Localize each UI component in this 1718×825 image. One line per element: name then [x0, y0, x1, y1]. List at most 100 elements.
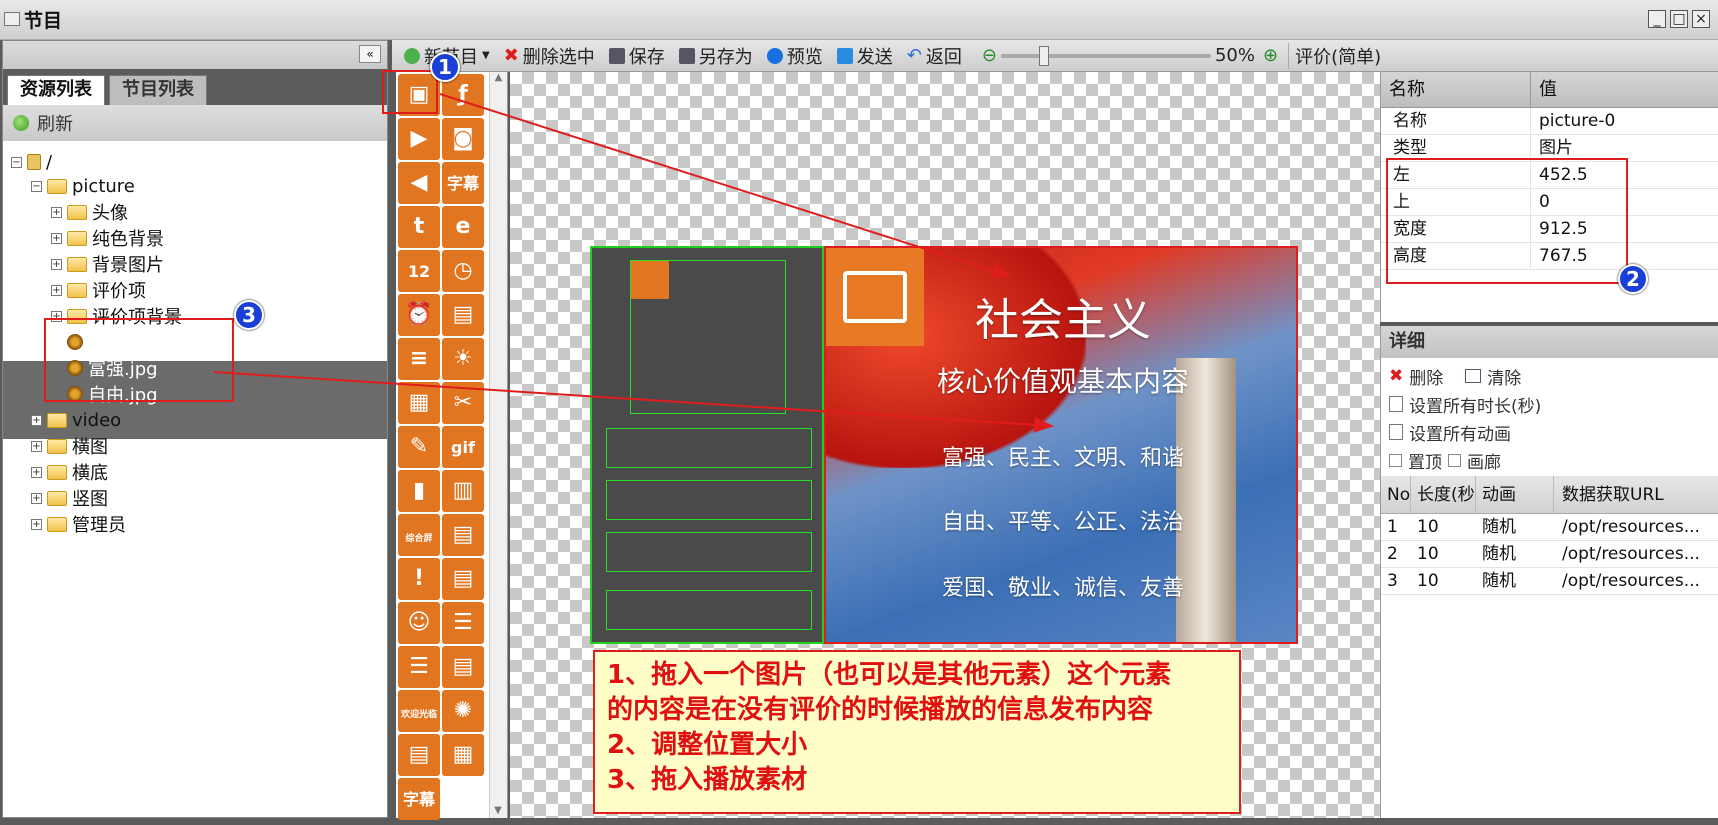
tree-node-video[interactable]: + video [31, 407, 121, 433]
tree-node-picture[interactable]: − picture [31, 173, 135, 199]
save-as-button[interactable]: 另存为 [678, 43, 753, 69]
expand-icon[interactable]: + [31, 466, 42, 478]
usb-icon[interactable]: ▮ [398, 470, 440, 512]
delete-selected-button[interactable]: ✖ 删除选中 [504, 43, 595, 69]
column-length[interactable]: 长度(秒 [1411, 476, 1476, 513]
tree-node-root[interactable]: − / [11, 149, 52, 175]
pin-top-checkbox[interactable] [1389, 453, 1402, 467]
column-no[interactable]: No [1381, 476, 1411, 513]
tree-node-background-image[interactable]: + 背景图片 [51, 251, 164, 277]
delete-button[interactable]: 删除 [1409, 364, 1443, 389]
maximize-button[interactable]: □ [1670, 10, 1688, 28]
subtitle-icon[interactable]: 字幕 [398, 778, 440, 820]
document-icon[interactable]: ≡ [398, 338, 440, 380]
tree-node-rating-item[interactable]: + 评价项 [51, 277, 146, 303]
tree-node-horizontal-bottom[interactable]: + 横底 [31, 459, 108, 485]
column-name[interactable]: 名称 [1381, 72, 1531, 107]
alert-icon[interactable]: ! [398, 558, 440, 600]
loading-icon[interactable]: ✺ [442, 690, 484, 732]
minimize-button[interactable]: _ [1648, 10, 1666, 28]
rating-item-slot-4[interactable] [606, 590, 812, 630]
tab-program-list[interactable]: 节目列表 [109, 75, 207, 105]
video-icon[interactable]: ▶ [398, 118, 440, 160]
tree-node-admin[interactable]: + 管理员 [31, 511, 126, 537]
person-card-icon[interactable]: ☰ [398, 646, 440, 688]
camera-icon[interactable]: ◙ [442, 118, 484, 160]
grid-icon[interactable]: ▦ [442, 734, 484, 776]
collapse-icon[interactable]: − [31, 180, 42, 192]
expand-icon[interactable]: + [51, 284, 62, 296]
folder-icon[interactable]: ▤ [442, 646, 484, 688]
save-button[interactable]: 保存 [608, 43, 665, 69]
chart-icon[interactable]: ▥ [442, 470, 484, 512]
clear-button[interactable]: 清除 [1487, 364, 1521, 389]
gif-icon[interactable]: gif [442, 426, 484, 468]
wrench-icon[interactable]: ✎ [398, 426, 440, 468]
expand-icon[interactable]: + [31, 492, 42, 504]
table-row[interactable]: 3 10 随机/opt/resources... [1381, 568, 1718, 595]
column-animation[interactable]: 动画 [1476, 476, 1554, 513]
column-url[interactable]: 数据获取URL [1554, 476, 1718, 513]
smile-icon[interactable]: ☺ [398, 602, 440, 644]
clock-icon[interactable]: ◷ [442, 250, 484, 292]
picture-element[interactable]: 社会主义 核心价值观基本内容 富强、民主、文明、和谐 自由、平等、公正、法治 爱… [824, 246, 1298, 644]
weather-icon[interactable]: ☀ [442, 338, 484, 380]
tree-node-solid-background[interactable]: + 纯色背景 [51, 225, 164, 251]
ie-icon[interactable]: e [442, 206, 484, 248]
text-t-icon[interactable]: t [398, 206, 440, 248]
folder-icon[interactable]: ▤ [442, 294, 484, 336]
expand-icon[interactable]: + [31, 518, 42, 530]
zoom-slider-knob[interactable] [1038, 45, 1049, 66]
set-all-duration-button[interactable]: 设置所有时长(秒) [1409, 392, 1541, 417]
subtitle-icon[interactable]: 字幕 [442, 162, 484, 204]
set-all-animation-button[interactable]: 设置所有动画 [1409, 420, 1511, 445]
mode-selector[interactable]: 评价(简单) [1288, 42, 1381, 69]
audio-icon[interactable]: ◀ [398, 162, 440, 204]
tree-label: 背景图片 [92, 255, 164, 276]
collapse-panel-button[interactable]: « [359, 45, 381, 63]
scroll-down-icon[interactable]: ▼ [490, 805, 506, 816]
rating-item-slot-2[interactable] [606, 480, 812, 520]
property-row[interactable]: 名称 picture-0 [1381, 108, 1718, 135]
avatar-frame[interactable] [630, 260, 786, 414]
rating-item-slot-3[interactable] [606, 532, 812, 572]
rating-item-slot-1[interactable] [606, 428, 812, 468]
zoom-slider[interactable] [1000, 45, 1211, 66]
table-icon[interactable]: ▦ [398, 382, 440, 424]
scroll-up-icon[interactable]: ▲ [490, 72, 507, 83]
zoom-in-icon[interactable]: ⊕ [1263, 45, 1278, 66]
tree-node-avatar[interactable]: + 头像 [51, 199, 128, 225]
close-button[interactable]: × [1692, 10, 1710, 28]
calendar-icon[interactable]: 12 [398, 250, 440, 292]
tree-node-horizontal[interactable]: + 横图 [31, 433, 108, 459]
expand-icon[interactable]: + [51, 232, 62, 244]
image-tools-icon[interactable]: ✂ [442, 382, 484, 424]
property-value[interactable]: picture-0 [1531, 108, 1615, 134]
expand-icon[interactable]: + [31, 440, 42, 452]
folder-icon[interactable]: ▤ [398, 734, 440, 776]
gallery-checkbox[interactable] [1448, 453, 1461, 467]
column-value[interactable]: 值 [1531, 72, 1557, 107]
folder-icon[interactable]: ▤ [442, 558, 484, 600]
table-row[interactable]: 1 10 随机/opt/resources... [1381, 514, 1718, 541]
folder-icon[interactable]: ▤ [442, 514, 484, 556]
refresh-button[interactable]: 刷新 [3, 105, 387, 141]
welcome-icon[interactable]: 欢迎光临 [398, 690, 440, 732]
back-button[interactable]: ↶ 返回 [907, 43, 962, 69]
element-palette: ▣ ƒ ▶ ◙ ◀ 字幕 t e 12 ◷ ⏰ ▤ ≡ ☀ ▦ ✂ ✎ gif ▮ ▥ 综合屏 ▤! ▤ ☺ ☰ ☰ ▤ 欢迎光临 ✺ ▤… [396, 72, 508, 820]
expand-icon[interactable]: + [51, 258, 62, 270]
tree-node-vertical[interactable]: + 竖图 [31, 485, 108, 511]
tab-resource-list[interactable]: 资源列表 [7, 75, 105, 105]
expand-icon[interactable]: + [31, 414, 42, 426]
table-row[interactable]: 2 10 随机/opt/resources... [1381, 541, 1718, 568]
zoom-out-icon[interactable]: ⊖ [982, 45, 997, 66]
alarm-icon[interactable]: ⏰ [398, 294, 440, 336]
palette-scrollbar[interactable]: ▲ ▼ [489, 72, 507, 818]
composite-icon[interactable]: 综合屏 [398, 514, 440, 556]
expand-icon[interactable]: + [51, 206, 62, 218]
preview-button[interactable]: 预览 [766, 43, 823, 69]
person-card-icon[interactable]: ☰ [442, 602, 484, 644]
collapse-icon[interactable]: − [11, 156, 22, 168]
rating-area-block[interactable] [590, 246, 824, 644]
send-button[interactable]: 发送 [836, 43, 893, 69]
